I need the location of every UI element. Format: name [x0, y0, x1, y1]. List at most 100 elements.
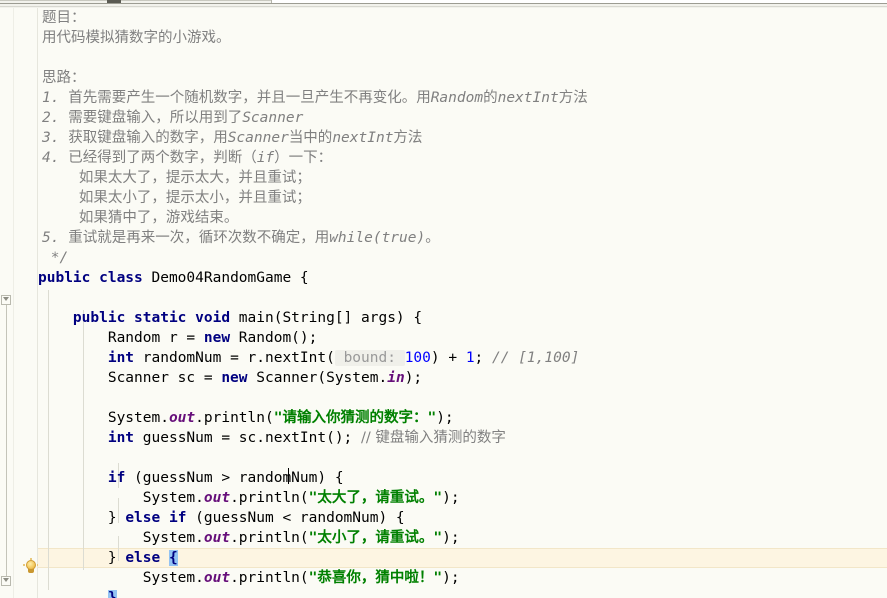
- token-cmt-cjk: 已经得到了两个数字，判断（: [68, 150, 257, 166]
- token-field: out: [168, 410, 196, 426]
- line-blank-3[interactable]: [38, 448, 887, 468]
- token-cmt-cjk: ）一下：: [274, 150, 333, 166]
- token-plain: (guessNum > randomNum) {: [125, 470, 344, 486]
- line-if-greater[interactable]: if (guessNum > randomNum) {: [38, 468, 887, 488]
- token-brace-hl: {: [168, 550, 178, 566]
- code-line-list: 题目： 用代码模拟猜数字的小游戏。思路： 1. 首先需要产生一个随机数字，并且一旦产…: [38, 8, 887, 598]
- line-comment-end[interactable]: */: [38, 248, 887, 268]
- line-comment-idea[interactable]: 思路：: [38, 68, 887, 88]
- token-plain: main(String[] args) {: [230, 310, 423, 326]
- line-main-decl[interactable]: public static void main(String[] args) {: [38, 308, 887, 328]
- token-plain: System.: [38, 570, 204, 586]
- token-cmt-cjk: 当中的: [288, 130, 333, 146]
- gutter-separator: [13, 8, 14, 598]
- fold-marker-arrow: [3, 297, 9, 301]
- token-plain: .println(: [195, 410, 274, 426]
- bulb-ray: [23, 564, 25, 566]
- line-print-too-big[interactable]: System.out.println("太大了，请重试。");: [38, 488, 887, 508]
- toolbar-divider-mid: [0, 3, 887, 4]
- token-cmt-cjk: 获取键盘输入的数字，用: [68, 130, 228, 146]
- token-plain: System.: [38, 490, 204, 506]
- line-blank-1[interactable]: [38, 288, 887, 308]
- toolbar-divider-bottom: [0, 6, 887, 7]
- token-plain: System.: [38, 410, 169, 426]
- top-toolbar-strip: [0, 0, 887, 8]
- fold-collapse-icon[interactable]: [0, 294, 13, 307]
- line-else[interactable]: } else {: [38, 548, 887, 568]
- editor-tab-nub[interactable]: [107, 0, 121, 3]
- token-plain: System.: [38, 530, 204, 546]
- token-cmt-cjk: 的: [483, 90, 498, 106]
- token-plain: }: [38, 550, 126, 566]
- token-cmt-cjk: 如果猜中了，游戏结束。: [42, 210, 239, 226]
- right-panel-edge: [271, 0, 887, 3]
- token-cmt-it: Scanner: [242, 110, 304, 126]
- code-text-area[interactable]: 题目： 用代码模拟猜数字的小游戏。思路： 1. 首先需要产生一个随机数字，并且一旦产…: [38, 8, 887, 598]
- token-cmt-it: 2.: [42, 110, 69, 126]
- line-comment-blank-1[interactable]: [38, 48, 887, 68]
- line-comment-title[interactable]: 题目：: [38, 8, 887, 28]
- token-kw: else: [125, 550, 161, 566]
- line-comment-step-2[interactable]: 2. 需要键盘输入，所以用到了Scanner: [38, 108, 887, 128]
- token-cmt-it: 4.: [42, 150, 69, 166]
- token-cmt-it: Random: [430, 90, 484, 106]
- token-plain: ;: [474, 350, 493, 366]
- token-plain: Random();: [230, 330, 318, 346]
- fold-marker-arrow: [3, 578, 9, 582]
- token-kw: new: [203, 330, 231, 346]
- line-comment-desc[interactable]: 用代码模拟猜数字的小游戏。: [38, 28, 887, 48]
- token-brace-hl: }: [107, 590, 117, 598]
- token-cmt-cjk: 需要键盘输入，所以用到了: [68, 110, 243, 126]
- token-str: "请输入你猜测的数字：": [273, 410, 437, 426]
- line-comment-step-4c[interactable]: 如果猜中了，游戏结束。: [38, 208, 887, 228]
- token-cmt-cjk: 如果太小了，提示太小，并且重试；: [42, 190, 311, 206]
- line-close-else[interactable]: }: [38, 588, 887, 598]
- token-plain: .println(: [230, 530, 309, 546]
- token-plain: }: [38, 510, 126, 526]
- token-plain: );: [404, 370, 423, 386]
- line-random-num[interactable]: int randomNum = r.nextInt( bound: 100) +…: [38, 348, 887, 368]
- bulb-base: [28, 569, 34, 573]
- code-editor[interactable]: 题目： 用代码模拟猜数字的小游戏。思路： 1. 首先需要产生一个随机数字，并且一旦产…: [0, 8, 887, 598]
- line-scanner-new[interactable]: Scanner sc = new Scanner(System.in);: [38, 368, 887, 388]
- line-class-decl[interactable]: public class Demo04RandomGame {: [38, 268, 887, 288]
- token-cmt-cjk: 题目：: [42, 10, 86, 26]
- line-print-too-small[interactable]: System.out.println("太小了，请重试。");: [38, 528, 887, 548]
- token-cmt-it: while(true): [329, 230, 426, 246]
- token-num: 1: [465, 350, 475, 366]
- line-blank-2[interactable]: [38, 388, 887, 408]
- token-cmt-cjk: 首先需要产生一个随机数字，并且一旦产生不再变化。用: [68, 90, 431, 106]
- line-print-win[interactable]: System.out.println("恭喜你，猜中啦！");: [38, 568, 887, 588]
- line-comment-step-1[interactable]: 1. 首先需要产生一个随机数字，并且一旦产生不再变化。用Random的nextI…: [38, 88, 887, 108]
- line-comment-step-4b[interactable]: 如果太小了，提示太小，并且重试；: [38, 188, 887, 208]
- token-cmt-cjk: 重试就是再来一次，循环次数不确定，用: [68, 230, 330, 246]
- token-hint: bound:: [334, 350, 405, 366]
- line-random-new[interactable]: Random r = new Random();: [38, 328, 887, 348]
- token-str: "太大了，请重试。": [308, 490, 443, 506]
- line-comment-step-4a[interactable]: 如果太大了，提示太大，并且重试；: [38, 168, 887, 188]
- token-field: out: [203, 490, 231, 506]
- text-caret: [288, 468, 289, 484]
- token-plain: Random r =: [38, 330, 204, 346]
- token-field: out: [203, 570, 231, 586]
- line-comment-step-5[interactable]: 5. 重试就是再来一次，循环次数不确定，用while(true)。: [38, 228, 887, 248]
- line-comment-step-4[interactable]: 4. 已经得到了两个数字，判断（if）一下：: [38, 148, 887, 168]
- token-kw: if: [107, 470, 126, 486]
- editor-gutter[interactable]: [0, 8, 39, 598]
- line-else-if-less[interactable]: } else if (guessNum < randomNum) {: [38, 508, 887, 528]
- line-guess-num[interactable]: int guessNum = sc.nextInt(); // 键盘输入猜测的数…: [38, 428, 887, 448]
- token-str: "太小了，请重试。": [308, 530, 443, 546]
- line-comment-step-3[interactable]: 3. 获取键盘输入的数字，用Scanner当中的nextInt方法: [38, 128, 887, 148]
- token-kw: public static void: [72, 310, 231, 326]
- token-field: out: [203, 530, 231, 546]
- fold-collapse-icon[interactable]: [0, 575, 13, 588]
- line-print-prompt[interactable]: System.out.println("请输入你猜测的数字：");: [38, 408, 887, 428]
- token-plain: (guessNum < randomNum) {: [186, 510, 405, 526]
- token-cmt: // [1,100]: [492, 350, 580, 366]
- fold-region-line: [6, 300, 7, 582]
- token-plain: ) +: [430, 350, 466, 366]
- token-cmt: */: [42, 250, 69, 266]
- token-cmt-cjk: 思路：: [42, 70, 86, 86]
